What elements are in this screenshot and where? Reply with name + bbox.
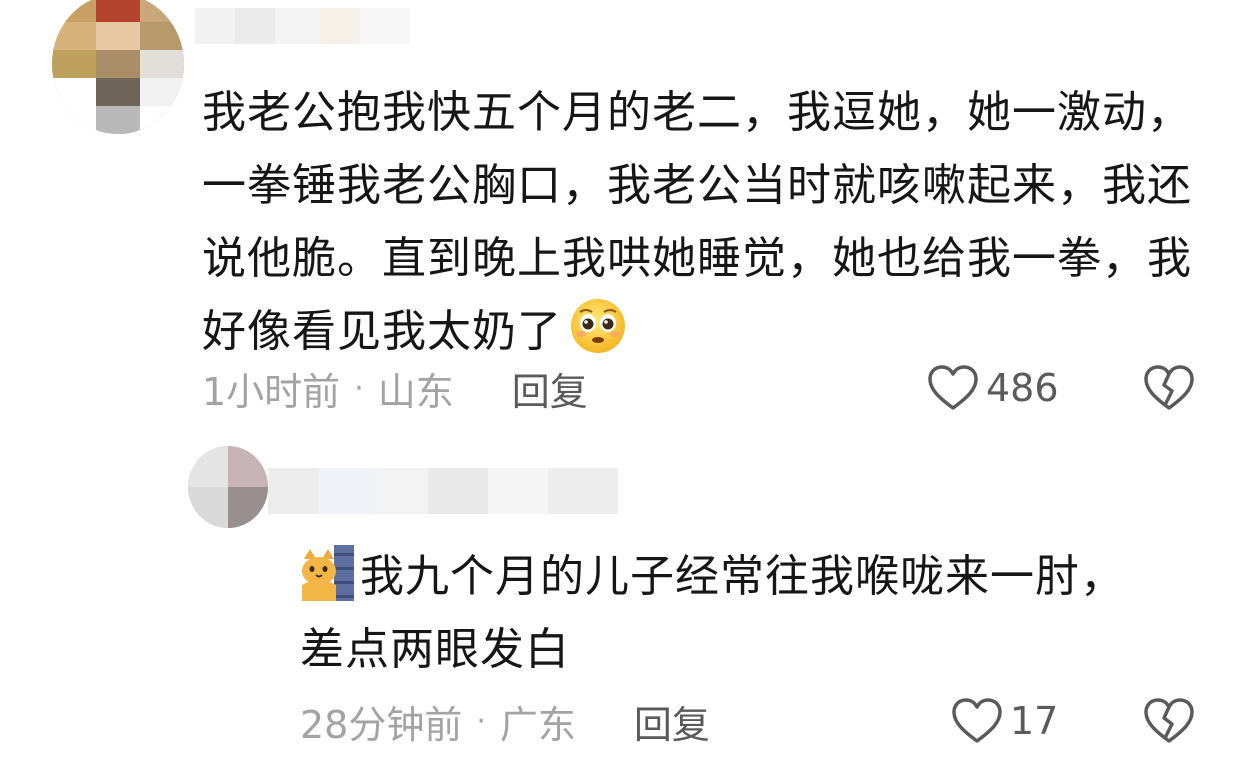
reply-body: 我九个月的儿子经常往我喉咙来一肘，差点两眼发白 — [300, 540, 1130, 686]
like-button[interactable]: 486 — [926, 363, 1059, 413]
cat-peeking-emoji-icon — [302, 545, 354, 601]
heart-icon — [952, 698, 1002, 743]
meta-separator: · — [354, 370, 364, 406]
comment-time: 1小时前 — [202, 369, 341, 414]
like-count: 486 — [986, 366, 1059, 410]
heart-icon — [928, 365, 978, 410]
broken-heart-icon[interactable] — [1142, 696, 1196, 746]
comment-body: 我老公抱我快五个月的老二，我逗她，她一激动，一拳锤我老公胸口，我老公当时就咳嗽起… — [202, 76, 1212, 368]
reply-text: 我九个月的儿子经常往我喉咙来一肘，差点两眼发白 — [300, 551, 1125, 675]
reply-name-blurred[interactable] — [268, 468, 618, 514]
comment-text: 我老公抱我快五个月的老二，我逗她，她一激动，一拳锤我老公胸口，我老公当时就咳嗽起… — [202, 87, 1192, 357]
reply-time: 28分钟前 — [300, 702, 463, 747]
commenter-name-blurred[interactable] — [195, 8, 410, 44]
reply-button[interactable]: 回复 — [512, 361, 588, 416]
like-button[interactable]: 17 — [950, 696, 1058, 746]
reply-avatar[interactable] — [188, 446, 268, 528]
pleading-face-emoji-icon — [571, 299, 625, 353]
like-count: 17 — [1010, 699, 1059, 743]
reply-button[interactable]: 回复 — [634, 694, 710, 749]
reply-meta: 28分钟前 · 广东 回复 — [300, 694, 710, 749]
meta-separator: · — [476, 703, 486, 739]
commenter-avatar[interactable] — [52, 0, 184, 134]
reply-location: 广东 — [499, 702, 576, 747]
comment-location: 山东 — [377, 369, 454, 414]
comment-meta: 1小时前 · 山东 回复 — [202, 361, 588, 416]
comment-thread: 我老公抱我快五个月的老二，我逗她，她一激动，一拳锤我老公胸口，我老公当时就咳嗽起… — [0, 0, 1260, 771]
broken-heart-icon[interactable] — [1142, 363, 1196, 413]
